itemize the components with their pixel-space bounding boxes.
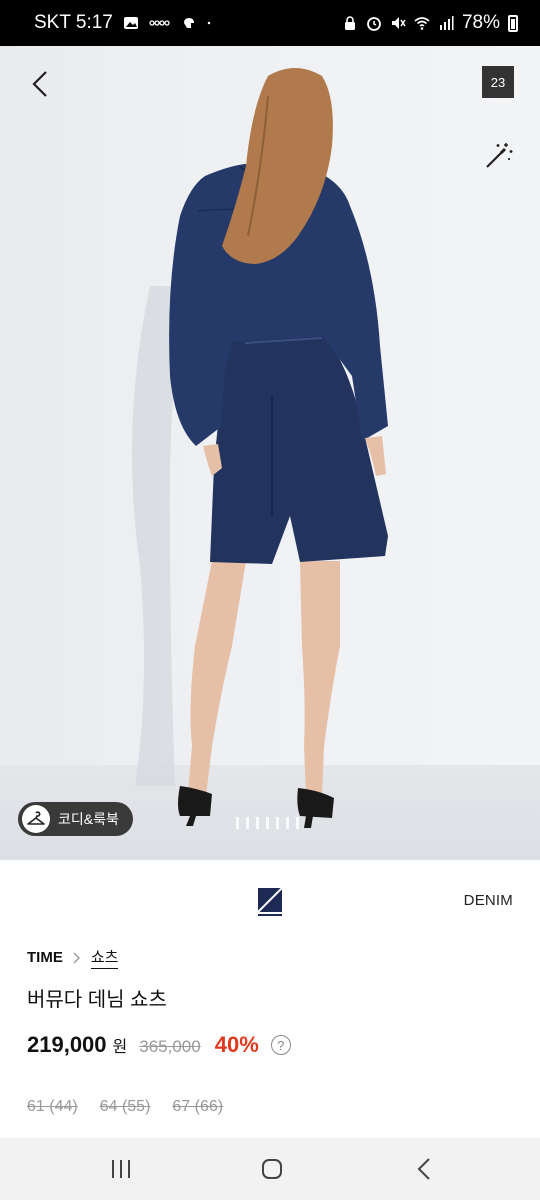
magic-wand-button[interactable]	[482, 138, 516, 172]
model-photo	[132, 68, 388, 828]
back-button[interactable]	[22, 66, 58, 102]
gallery-notification-icon	[123, 17, 138, 29]
lookbook-label: 코디&룩북	[58, 811, 119, 827]
pager-indicator	[246, 817, 249, 829]
breadcrumb-brand[interactable]: TIME	[27, 949, 63, 966]
size-option[interactable]: 64 (55)	[100, 1098, 151, 1116]
discount-rate: 40%	[214, 1032, 259, 1057]
brand-row: DENIM	[0, 878, 540, 922]
brand-tag[interactable]: DENIM	[464, 892, 513, 909]
dots-notification-icon	[149, 20, 170, 26]
wifi-icon	[414, 17, 430, 30]
home-button[interactable]	[252, 1154, 292, 1184]
gallery-pager	[236, 817, 299, 829]
chevron-right-icon	[73, 952, 80, 963]
breadcrumb: TIME 쇼츠	[27, 946, 119, 969]
price-row: 219,000 원 365,000 40% ?	[27, 1032, 291, 1058]
pager-indicator	[276, 817, 279, 829]
hanger-icon-wrap	[22, 805, 50, 833]
app-notification-icon	[183, 18, 194, 28]
status-left: SKT 5:17	[34, 12, 215, 34]
pager-indicator	[266, 817, 269, 829]
recent-apps-icon	[112, 1160, 130, 1178]
lookbook-button[interactable]: 코디&룩북	[18, 802, 133, 836]
mute-icon	[391, 17, 406, 29]
status-right: 78%	[342, 12, 518, 34]
brand-logo-icon[interactable]	[257, 887, 283, 917]
pager-indicator	[256, 817, 259, 829]
battery-icon	[508, 14, 518, 32]
size-option[interactable]: 67 (66)	[172, 1098, 223, 1116]
back-icon	[417, 1158, 430, 1180]
lock-icon	[344, 16, 355, 30]
sale-price: 219,000	[27, 1032, 107, 1057]
home-icon	[262, 1159, 282, 1179]
system-nav-bar	[0, 1138, 540, 1200]
original-price: 365,000	[139, 1037, 201, 1056]
currency-label: 원	[112, 1039, 128, 1056]
product-title: 버뮤다 데님 쇼츠	[27, 989, 167, 1011]
carrier-time: SKT 5:17	[34, 12, 113, 33]
price-help-icon[interactable]: ?	[270, 1035, 291, 1055]
chevron-left-icon	[32, 71, 47, 97]
more-notifications-icon	[207, 21, 211, 25]
pager-indicator	[236, 817, 239, 829]
recent-apps-button[interactable]	[101, 1154, 141, 1184]
status-bar: SKT 5:17 78%	[0, 0, 540, 46]
product-image[interactable]: 23 코디&룩북	[0, 46, 540, 860]
nav-back-button[interactable]	[404, 1154, 444, 1184]
alarm-icon	[367, 17, 381, 31]
battery-percent: 78%	[461, 12, 500, 33]
pager-indicator	[286, 817, 289, 829]
signal-icon	[439, 16, 454, 30]
pager-indicator	[296, 817, 299, 829]
magic-wand-icon	[486, 143, 513, 168]
size-option[interactable]: 61 (44)	[27, 1098, 78, 1116]
breadcrumb-category[interactable]: 쇼츠	[90, 946, 119, 969]
size-list: 61 (44) 64 (55) 67 (66)	[27, 1098, 223, 1116]
image-count-badge[interactable]: 23	[482, 66, 514, 98]
hanger-icon	[27, 811, 45, 825]
